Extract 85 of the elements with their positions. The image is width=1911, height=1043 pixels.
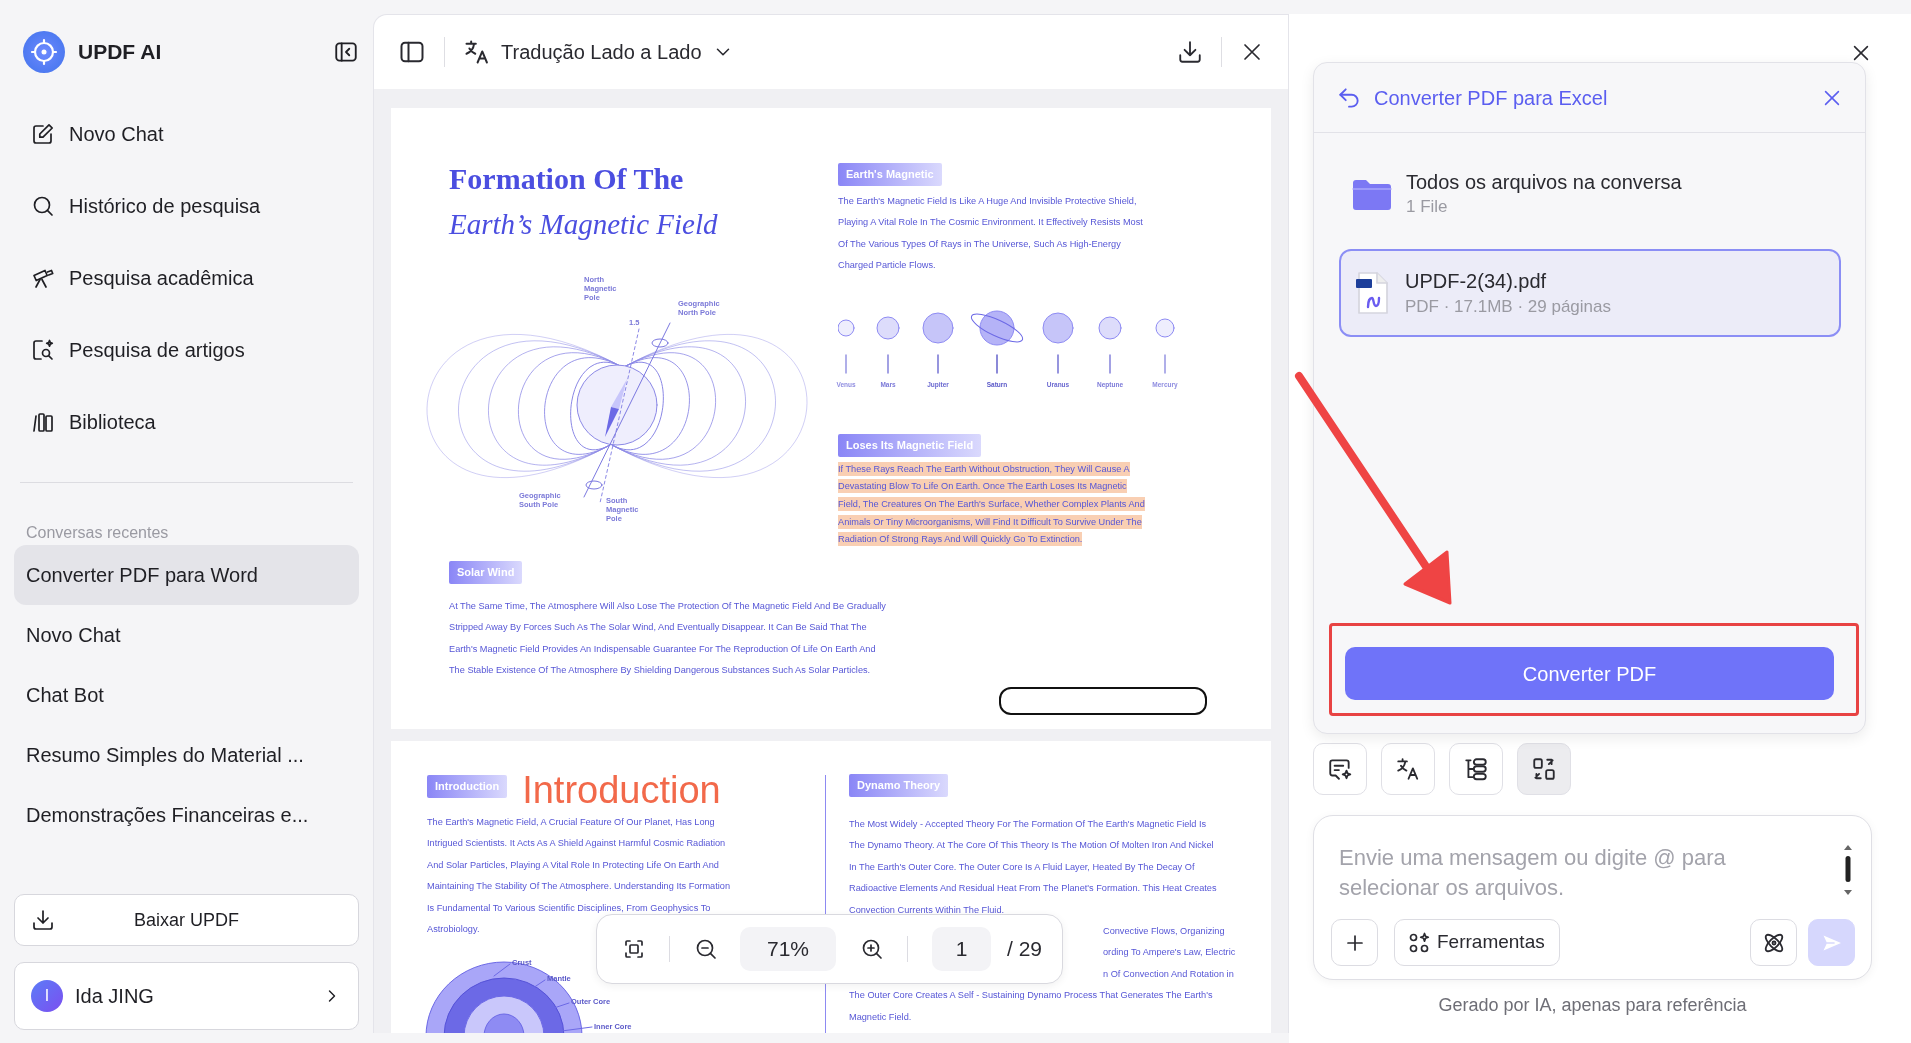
recent-chat-item[interactable]: Converter PDF para Word	[14, 545, 359, 605]
section-tag: Dynamo Theory	[849, 774, 949, 797]
text-line: The Earth's Magnetic Field, A Crucial Feature Of Our Planet, Has Long	[427, 816, 715, 829]
shapes-icon	[1407, 930, 1431, 955]
fit-screen-icon[interactable]	[622, 937, 646, 961]
folder-icon	[1352, 177, 1392, 211]
document-search-icon	[31, 338, 55, 362]
mindmap-icon	[1463, 756, 1489, 782]
model-button[interactable]	[1750, 919, 1797, 966]
disclaimer-text: Gerado por IA, apenas para referência	[1437, 994, 1748, 1016]
convert-button[interactable]: Converter PDF	[1345, 647, 1834, 700]
section-tag: Introduction	[427, 775, 508, 798]
pdf-file-icon	[1355, 271, 1391, 315]
section-tag: Solar Wind	[449, 561, 523, 585]
tool-button[interactable]	[1517, 743, 1571, 795]
nav-item[interactable]: Pesquisa de artigos	[14, 314, 359, 386]
text-line: The Outer Core Creates A Self - Sustaining Dynamo Process That Generates The Earth's	[849, 989, 1213, 1003]
download-button[interactable]: Baixar UPDF	[14, 894, 359, 946]
recent-chat-item[interactable]: Novo Chat	[14, 605, 359, 665]
text-line: The Dynamo Theory. At The Core Of This Theory Is The Motion Of Molten Iron And Nickel	[849, 839, 1214, 853]
message-field[interactable]: Envie uma mensagem ou digite @ para selecionar os arquivos. Ferramentas	[1313, 815, 1872, 980]
nav-item[interactable]: Biblioteca	[14, 386, 359, 458]
avatar: I	[31, 980, 63, 1012]
recent-chat-item[interactable]: Chat Bot	[14, 665, 359, 725]
text-line: Convective Flows, Organizing	[1103, 925, 1225, 939]
text-line: Playing A Vital Role In The Cosmic Environment. It Effectively Resists Most	[838, 216, 1143, 230]
edit-icon	[31, 122, 55, 146]
app-name: UPDF AI	[78, 39, 162, 66]
page-number-field[interactable]: 1	[932, 927, 991, 971]
text-line: Magnetic Field.	[849, 1010, 912, 1024]
chat-sparkle-icon	[1327, 756, 1353, 782]
section-tag: Earth's Magnetic	[838, 163, 942, 186]
convert-icon	[1531, 756, 1557, 782]
logo-icon	[22, 30, 66, 74]
tool-button[interactable]	[1381, 743, 1435, 795]
text-line: The Most Widely - Accepted Theory For The Formation Of The Earth's Magnetic Field Is	[849, 818, 1207, 831]
text-line: Of The Various Types Of Rays in The Universe, Such As High-Energy	[838, 237, 1121, 251]
recent-chat-item[interactable]: Resumo Simples do Material ...	[14, 725, 359, 785]
text-line: At The Same Time, The Atmosphere Will Also Lose The Protection Of The Magnetic Field And Be Gradually	[449, 600, 886, 614]
text-line: And Solar Particles, Playing A Vital Role In Protecting Life On Earth And	[427, 858, 719, 872]
file-count: 1 File	[1406, 196, 1449, 218]
scrollbar-icon	[1841, 843, 1855, 897]
page-heading: Introduction	[522, 771, 721, 809]
text-line: In The Earth's Outer Core. The Outer Core Is A Fluid Layer, Heated By The Decay Of	[849, 860, 1195, 874]
page-total: / 29	[1007, 936, 1042, 963]
text-line: Stripped Away By Forces Such As The Solar Wind, And Eventually Disappear. It Can Be Said That The	[449, 621, 867, 635]
folder-name: Todos os arquivos na conversa	[1406, 170, 1682, 195]
section-heading: Conversas recentes	[25, 523, 170, 543]
text-line: Is Fundamental To Various Scientific Disciplines, From Geophysics To	[427, 901, 711, 915]
text-line: n Of Convection And Rotation in	[1103, 967, 1234, 981]
zoom-field[interactable]: 71%	[740, 927, 836, 971]
text-line: Earth's Magnetic Field Provides An Indispensable Guarantee For The Reproduction Of Life On Earth And	[449, 642, 876, 656]
books-icon	[31, 410, 55, 434]
text-line: The Earth's Magnetic Field Is Like A Huge And Invisible Protective Shield,	[838, 195, 1137, 208]
sidebar-toggle-icon[interactable]	[333, 39, 359, 65]
translate-icon	[1395, 756, 1421, 782]
text-line: Maintaining The Stability Of The Atmosphere. Understanding Its Formation	[427, 880, 730, 894]
text-line: ording To Ampere's Law, Electric	[1103, 946, 1236, 960]
file-item[interactable]: UPDF-2(34).pdf PDF · 17.1MB · 29 páginas	[1339, 249, 1841, 337]
translation-mode-dropdown[interactable]: Tradução Lado a Lado	[463, 37, 734, 67]
attach-button[interactable]	[1331, 919, 1378, 966]
translate-icon	[463, 38, 491, 66]
download-icon	[31, 908, 55, 932]
text-line: Charged Particle Flows.	[838, 259, 936, 273]
text-line: Convection Currents Within The Fluid.	[849, 903, 1005, 917]
tool-button[interactable]	[1449, 743, 1503, 795]
text-line: Intrigued Scientists. It Acts As A Shield Against Harmful Cosmic Radiation	[427, 837, 726, 851]
page-title: Formation Of The	[449, 161, 685, 197]
text-line: The Stable Existence Of The Atmosphere By Shielding Dangerous Substances Such As Solar Particles.	[449, 664, 871, 678]
tools-button[interactable]: Ferramentas	[1394, 919, 1560, 966]
nav-item[interactable]: Pesquisa acadêmica	[14, 242, 359, 314]
recent-chat-item[interactable]: Demonstrações Financeiras e...	[14, 785, 359, 845]
search-icon	[31, 194, 55, 218]
zoom-in-icon[interactable]	[860, 937, 884, 961]
text-line: Astrobiology.	[427, 923, 480, 937]
text-line: Radioactive Elements And Residual Heat From The Planet's Formation. This Heat Creates	[849, 882, 1217, 896]
user-profile-button[interactable]: I Ida JING	[14, 962, 359, 1030]
tool-button[interactable]	[1313, 743, 1367, 795]
nav-item[interactable]: Novo Chat	[14, 98, 359, 170]
download-icon[interactable]	[1177, 39, 1203, 65]
page-subtitle: Earth’s Magnetic Field	[449, 207, 719, 242]
dialog-title: Converter PDF para Excel	[1374, 85, 1609, 111]
section-tag: Loses Its Magnetic Field	[838, 433, 982, 457]
zoom-out-icon[interactable]	[694, 937, 718, 961]
nav-item[interactable]: Histórico de pesquisa	[14, 170, 359, 242]
